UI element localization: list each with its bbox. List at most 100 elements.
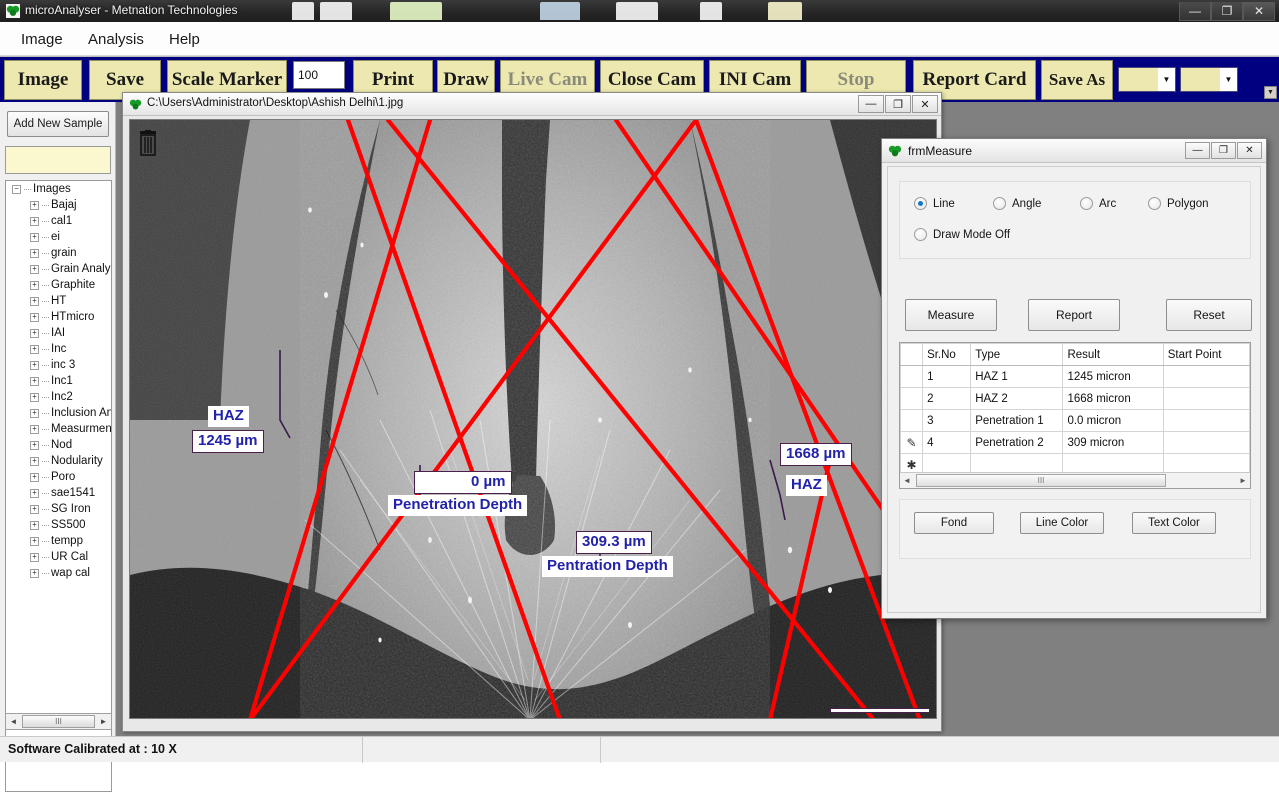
font-button[interactable]: Fond [914, 512, 994, 534]
measure-minimize-button[interactable]: — [1185, 142, 1210, 159]
expand-icon[interactable]: + [30, 504, 39, 514]
images-tree[interactable]: − Images + Bajaj + cal1 + ei + grain + Grain Analys… [5, 180, 112, 792]
tree-item-ss500[interactable]: + SS500 [6, 517, 111, 533]
report-button[interactable]: Report [1028, 299, 1120, 331]
toolbar-button-save-as[interactable]: Save As [1041, 60, 1113, 100]
expand-icon[interactable]: + [30, 488, 39, 498]
table-row[interactable]: 3 Penetration 1 0.0 micron [900, 409, 1250, 432]
cell-srno[interactable]: 4 [922, 431, 972, 454]
expand-icon[interactable]: + [30, 248, 39, 258]
radio-arc[interactable]: Arc [1080, 197, 1116, 210]
expand-icon[interactable]: + [30, 280, 39, 290]
expand-icon[interactable]: + [30, 232, 39, 242]
toolbar-scrollbar[interactable]: ▼ [1264, 61, 1277, 99]
expand-icon[interactable]: + [30, 200, 39, 210]
toolbar-combo-1[interactable]: ▼ [1118, 67, 1176, 92]
tree-item-sae1541[interactable]: + sae1541 [6, 485, 111, 501]
tree-item-cal1[interactable]: + cal1 [6, 213, 111, 229]
chevron-down-icon[interactable]: ▼ [1220, 68, 1237, 91]
image-close-button[interactable]: ✕ [912, 95, 938, 113]
expand-icon[interactable]: + [30, 264, 39, 274]
toolbar-button-image[interactable]: Image [4, 60, 82, 100]
cell-srno[interactable]: 2 [922, 387, 972, 410]
close-button[interactable]: ✕ [1243, 2, 1275, 21]
line-color-button[interactable]: Line Color [1020, 512, 1104, 534]
menu-item-image[interactable]: Image [16, 30, 68, 49]
tree-item-iai[interactable]: + IAI [6, 325, 111, 341]
tree-item-nod[interactable]: + Nod [6, 437, 111, 453]
expand-icon[interactable]: + [30, 296, 39, 306]
trash-icon[interactable] [138, 130, 158, 156]
image-restore-button[interactable]: ❐ [885, 95, 911, 113]
cell-result[interactable]: 309 micron [1062, 431, 1164, 454]
cell-result[interactable]: 1668 micron [1062, 387, 1164, 410]
cell-start-point[interactable] [1162, 387, 1250, 410]
radio-angle[interactable]: Angle [993, 197, 1041, 210]
tree-item-wap-cal[interactable]: + wap cal [6, 565, 111, 581]
image-minimize-button[interactable]: — [858, 95, 884, 113]
expand-icon[interactable]: + [30, 568, 39, 578]
expand-icon[interactable]: + [30, 424, 39, 434]
column-header-srno[interactable]: Sr.No [922, 343, 972, 366]
cell-start-point[interactable] [1162, 431, 1250, 454]
cell-start-point[interactable] [1162, 409, 1250, 432]
sample-name-input[interactable] [5, 146, 111, 174]
menu-item-help[interactable]: Help [164, 30, 205, 49]
scroll-right-arrow-icon[interactable]: ► [96, 717, 111, 726]
expand-icon[interactable]: + [30, 376, 39, 386]
expand-icon[interactable]: + [30, 312, 39, 322]
expand-icon[interactable]: + [30, 216, 39, 226]
cell-srno[interactable]: 1 [922, 365, 972, 388]
tree-item-measurment[interactable]: + Measurment [6, 421, 111, 437]
cell-type[interactable]: HAZ 1 [970, 365, 1064, 388]
micrograph-canvas[interactable]: HAZ 1245 µm 0 µm Penetration Depth 309.3… [129, 119, 937, 719]
expand-icon[interactable]: + [30, 408, 39, 418]
tree-item-ur-cal[interactable]: + UR Cal [6, 549, 111, 565]
column-header-start-point[interactable]: Start Point [1162, 343, 1250, 366]
minimize-button[interactable]: — [1179, 2, 1211, 21]
menu-item-analysis[interactable]: Analysis [83, 30, 149, 49]
collapse-icon[interactable]: − [12, 184, 21, 194]
measure-restore-button[interactable]: ❐ [1211, 142, 1236, 159]
tree-item-graphite[interactable]: + Graphite [6, 277, 111, 293]
table-row[interactable]: 2 HAZ 2 1668 micron [900, 387, 1250, 410]
column-header-type[interactable]: Type [970, 343, 1064, 366]
expand-icon[interactable]: + [30, 344, 39, 354]
expand-icon[interactable]: + [30, 536, 39, 546]
measurement-results-grid[interactable]: Sr.No Type Result Start Point 1 HAZ 1 1245… [899, 342, 1251, 489]
text-color-button[interactable]: Text Color [1132, 512, 1216, 534]
tree-item-nodularity[interactable]: + Nodularity [6, 453, 111, 469]
scroll-right-arrow-icon[interactable]: ► [1236, 476, 1250, 485]
measure-button[interactable]: Measure [905, 299, 997, 331]
tree-item-inc2[interactable]: + Inc2 [6, 389, 111, 405]
table-row[interactable]: 1 HAZ 1 1245 micron [900, 365, 1250, 388]
restore-button[interactable]: ❐ [1211, 2, 1243, 21]
expand-icon[interactable]: + [30, 552, 39, 562]
tree-item-inclusion-analy[interactable]: + Inclusion Analy [6, 405, 111, 421]
scroll-thumb[interactable]: III [22, 715, 95, 728]
expand-icon[interactable]: + [30, 472, 39, 482]
scroll-left-arrow-icon[interactable]: ◄ [900, 476, 914, 485]
expand-icon[interactable]: + [30, 456, 39, 466]
cell-start-point[interactable] [1162, 365, 1250, 388]
tree-item-grain[interactable]: + grain [6, 245, 111, 261]
tree-item-poro[interactable]: + Poro [6, 469, 111, 485]
expand-icon[interactable]: + [30, 328, 39, 338]
cell-type[interactable]: Penetration 2 [970, 431, 1064, 454]
tree-item-inc1[interactable]: + Inc1 [6, 373, 111, 389]
scale-marker-input[interactable]: 100 [293, 61, 345, 89]
radio-line[interactable]: Line [914, 197, 955, 210]
tree-item-sg-iron[interactable]: + SG Iron [6, 501, 111, 517]
cell-result[interactable]: 1245 micron [1062, 365, 1164, 388]
cell-srno[interactable]: 3 [922, 409, 972, 432]
tree-item-tempp[interactable]: + tempp [6, 533, 111, 549]
tree-item-ei[interactable]: + ei [6, 229, 111, 245]
tree-horizontal-scrollbar[interactable]: ◄ III ► [5, 713, 112, 730]
measure-close-button[interactable]: ✕ [1237, 142, 1262, 159]
expand-icon[interactable]: + [30, 440, 39, 450]
add-new-sample-button[interactable]: Add New Sample [7, 111, 109, 137]
scroll-thumb[interactable]: III [916, 474, 1166, 487]
cell-type[interactable]: HAZ 2 [970, 387, 1064, 410]
expand-icon[interactable]: + [30, 520, 39, 530]
expand-icon[interactable]: + [30, 392, 39, 402]
